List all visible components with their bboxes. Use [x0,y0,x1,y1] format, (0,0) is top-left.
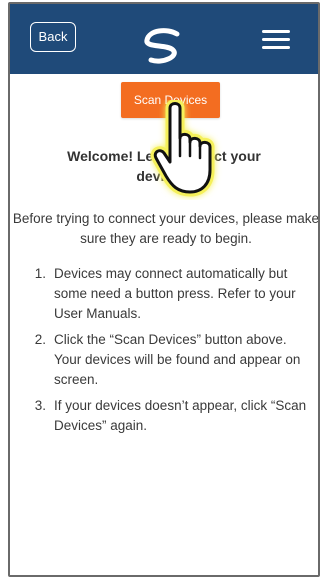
welcome-line-2: devices. [136,168,192,184]
step-text: Devices may connect automatically but so… [54,266,296,321]
hamburger-menu-icon[interactable] [262,30,290,49]
brand-logo-icon [144,28,180,64]
list-item: 2. Click the “Scan Devices” button above… [24,330,314,390]
step-number: 2. [34,332,46,347]
scan-devices-button[interactable]: Scan Devices [121,82,220,118]
back-button[interactable]: Back [30,22,76,52]
app-screen: Back Scan Devices Welcome! Let's connect… [8,2,320,577]
step-text: If your devices doesn’t appear, click “S… [54,398,307,433]
step-text: Click the “Scan Devices” button above. Y… [54,332,301,387]
top-header-bar: Back [10,4,318,74]
list-item: 1. Devices may connect automatically but… [24,264,314,324]
instruction-list: 1. Devices may connect automatically but… [24,264,314,442]
welcome-heading: Welcome! Let's connect your devices. [10,146,318,186]
intro-text: Before trying to connect your devices, p… [12,211,320,246]
welcome-line-1: Welcome! Let's connect your [67,148,261,164]
list-item: 3. If your devices doesn’t appear, click… [24,396,314,436]
step-number: 3. [34,398,46,413]
step-number: 1. [34,266,46,281]
